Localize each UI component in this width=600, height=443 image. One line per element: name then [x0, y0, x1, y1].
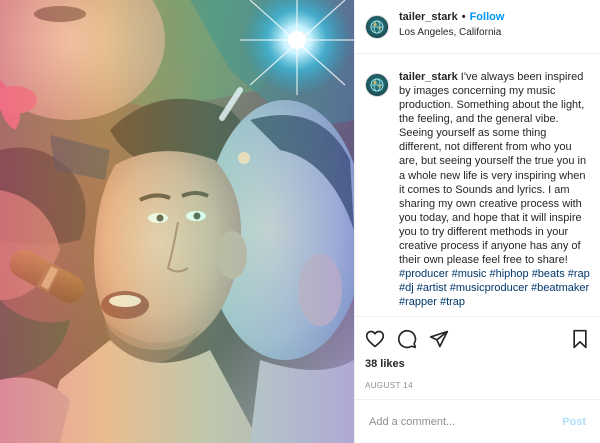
author-info: tailer_stark • Follow Los Angeles, Calif… [399, 12, 504, 38]
caption-username[interactable]: tailer_stark [399, 71, 458, 83]
caption-section: tailer_stark I've always been inspired b… [355, 54, 600, 316]
heart-icon[interactable] [365, 329, 385, 349]
globe-icon [370, 20, 384, 34]
post-date[interactable]: AUGUST 14 [355, 370, 600, 390]
post-image[interactable] [0, 0, 354, 443]
avatar[interactable] [365, 15, 389, 39]
post-header: tailer_stark • Follow Los Angeles, Calif… [355, 0, 600, 54]
header-separator: • [461, 11, 466, 23]
instagram-post: tailer_stark • Follow Los Angeles, Calif… [0, 0, 600, 443]
bookmark-icon[interactable] [570, 329, 590, 349]
caption-paragraph-2: Seeing yourself as some thing different,… [399, 127, 587, 267]
follow-button[interactable]: Follow [470, 12, 505, 23]
caption-paragraph-1: tailer_stark I've always been inspired b… [399, 70, 590, 126]
comment-icon[interactable] [397, 329, 417, 349]
post-comment-button[interactable]: Post [562, 416, 586, 428]
globe-icon [370, 78, 384, 92]
share-icon[interactable] [429, 329, 449, 349]
caption-hashtags[interactable]: #producer #music #hiphop #beats #rap #dj… [399, 267, 590, 309]
comment-input[interactable] [367, 414, 563, 429]
caption-text: tailer_stark I've always been inspired b… [399, 70, 590, 309]
comment-bar: Post [355, 399, 600, 443]
caption-avatar[interactable] [365, 73, 389, 97]
author-username[interactable]: tailer_stark [399, 12, 458, 23]
post-details-panel: tailer_stark • Follow Los Angeles, Calif… [354, 0, 600, 443]
action-bar [355, 316, 600, 352]
post-image-artwork [0, 0, 354, 443]
likes-count[interactable]: 38 likes [355, 352, 600, 370]
post-location[interactable]: Los Angeles, California [399, 28, 504, 38]
